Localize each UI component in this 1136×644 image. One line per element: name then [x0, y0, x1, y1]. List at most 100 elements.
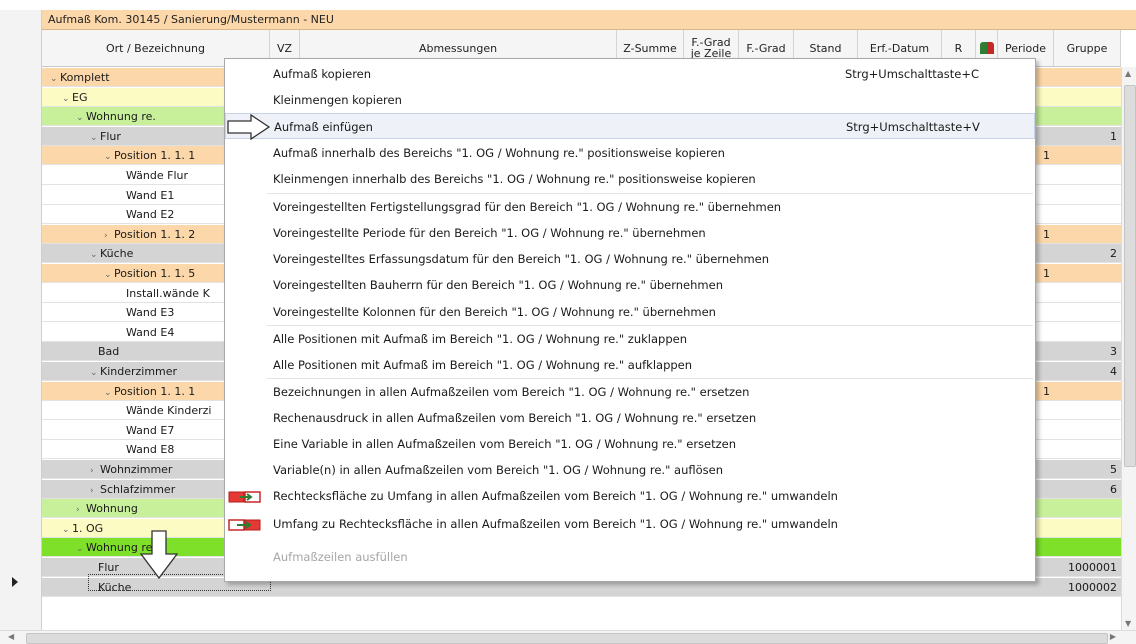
tree-row-label: Wand E7 [126, 423, 175, 437]
menu-item[interactable]: Alle Positionen mit Aufmaß im Bereich "1… [225, 352, 1035, 378]
menu-item[interactable]: Rechtecksfläche zu Umfang in allen Aufma… [225, 483, 1035, 509]
horizontal-scrollbar[interactable]: ◀ ▶ [0, 630, 1136, 644]
menu-item-label: Bezeichnungen in allen Aufmaßzeilen vom … [273, 385, 750, 399]
expand-icon[interactable]: › [76, 505, 86, 515]
tree-row-label: Schlafzimmer [100, 482, 176, 496]
menu-item-label: Aufmaß innerhalb des Bereichs "1. OG / W… [273, 146, 725, 160]
tree-row-label: 1. OG [72, 521, 104, 535]
row-indicator-gutter [0, 10, 42, 630]
gruppe-cell: 4 [1110, 365, 1117, 378]
menu-item-shortcut: Strg+Umschalttaste+C [845, 67, 980, 81]
tree-row-label: Wohnung [86, 502, 138, 516]
tree-row-label: Bad [98, 345, 120, 359]
window-title: Aufmaß Kom. 30145 / Sanierung/Mustermann… [42, 10, 1136, 30]
menu-item[interactable]: Voreingestelltes Erfassungsdatum für den… [225, 246, 1035, 272]
tree-row-label: Position 1. 1. 1 [114, 149, 196, 163]
tree-row-label: Wände Kinderzi [126, 404, 212, 418]
scroll-right-icon[interactable]: ▶ [1110, 632, 1116, 641]
tree-row-label: Flur [98, 561, 119, 574]
expand-icon[interactable]: › [104, 231, 114, 241]
menu-item[interactable]: Voreingestellte Kolonnen für den Bereich… [225, 299, 1035, 325]
context-menu: Aufmaß kopieren Strg+Umschalttaste+C Klein… [224, 58, 1036, 582]
menu-item-label: Rechtecksfläche zu Umfang in allen Aufma… [273, 489, 838, 503]
menu-item[interactable]: Kleinmengen kopieren [225, 87, 1035, 113]
scroll-down-icon[interactable]: ▼ [1125, 619, 1131, 628]
tree-row-label: Komplett [60, 71, 110, 84]
tree-row-label: Wand E3 [126, 306, 175, 320]
collapse-icon[interactable]: ⌄ [90, 368, 100, 378]
menu-item-label: Voreingestelltes Erfassungsdatum für den… [273, 252, 770, 266]
collapse-icon[interactable]: ⌄ [90, 133, 100, 143]
tree-row-label: Wohnung re. [86, 110, 156, 124]
collapse-icon[interactable]: ⌄ [50, 74, 60, 84]
tree-row-label: Wand E2 [126, 208, 175, 222]
collapse-icon[interactable]: ⌄ [104, 270, 114, 280]
menu-item-label: Voreingestellte Kolonnen für den Bereich… [273, 305, 716, 319]
menu-item[interactable]: Bezeichnungen in allen Aufmaßzeilen vom … [225, 379, 1035, 405]
collapse-icon[interactable]: ⌄ [104, 388, 114, 398]
gruppe-cell: 2 [1110, 247, 1117, 261]
menu-item[interactable]: Eine Variable in allen Aufmaßzeilen vom … [225, 431, 1035, 457]
menu-item[interactable]: Alle Positionen mit Aufmaß im Bereich "1… [225, 326, 1035, 352]
scroll-left-icon[interactable]: ◀ [8, 632, 14, 641]
expand-icon[interactable]: › [90, 466, 100, 476]
collapse-icon[interactable]: ⌄ [90, 250, 100, 260]
periode-cell: 1 [1043, 149, 1050, 163]
menu-item[interactable]: Voreingestellten Fertigstellungsgrad für… [225, 194, 1035, 220]
tree-row-label: Wände Flur [126, 169, 189, 182]
tree-row-label: Küche [100, 247, 134, 261]
periode-cell: 1 [1043, 227, 1050, 241]
menu-item[interactable]: Voreingestellte Periode für den Bereich … [225, 220, 1035, 246]
menu-item-label: Alle Positionen mit Aufmaß im Bereich "1… [273, 332, 687, 346]
menu-item-label: Aufmaß einfügen [274, 120, 373, 134]
tree-row-label: Install.wände K [126, 286, 210, 300]
menu-item-label: Voreingestellten Fertigstellungsgrad für… [273, 200, 782, 214]
menu-item[interactable]: Kleinmengen innerhalb des Bereichs "1. O… [225, 166, 1035, 192]
current-row-marker [12, 577, 18, 587]
col-header-gruppe[interactable]: Gruppe [1054, 30, 1121, 67]
arrow-right-annotation [227, 114, 271, 140]
arrow-down-annotation [139, 530, 179, 580]
menu-item-label: Eine Variable in allen Aufmaßzeilen vom … [273, 437, 737, 451]
tree-row-label: Wohnzimmer [100, 463, 173, 476]
scroll-thumb[interactable] [1124, 85, 1136, 467]
collapse-icon[interactable]: ⌄ [104, 152, 114, 162]
menu-item-label: Aufmaßzeilen ausfüllen [273, 550, 408, 564]
tree-row-label: Position 1. 1. 5 [114, 267, 196, 280]
gruppe-cell: 5 [1110, 463, 1117, 476]
menu-item[interactable]: Variable(n) in allen Aufmaßzeilen vom Be… [225, 457, 1035, 483]
periode-cell: 1 [1043, 384, 1050, 398]
menu-item-label: Kleinmengen kopieren [273, 93, 402, 107]
menu-item-label: Voreingestellte Periode für den Bereich … [273, 226, 706, 240]
menu-item[interactable]: Umfang zu Rechtecksfläche in allen Aufma… [225, 511, 1035, 537]
menu-item[interactable]: Aufmaß einfügen Strg+Umschalttaste+V [225, 113, 1035, 139]
tree-row-label: Wand E4 [126, 325, 175, 339]
tree-row-label: Wand E1 [126, 188, 175, 202]
menu-item-label: Umfang zu Rechtecksfläche in allen Aufma… [273, 517, 838, 531]
menu-item[interactable]: Aufmaß innerhalb des Bereichs "1. OG / W… [225, 140, 1035, 166]
periode-cell: 1 [1043, 267, 1050, 280]
rect-to-perimeter-icon [228, 488, 262, 504]
tree-row-label: Position 1. 1. 2 [114, 227, 196, 241]
gruppe-cell: 3 [1110, 345, 1117, 359]
menu-item[interactable]: Rechenausdruck in allen Aufmaßzeilen vom… [225, 405, 1035, 431]
collapse-icon[interactable]: ⌄ [62, 525, 72, 535]
hscroll-thumb[interactable] [26, 633, 1108, 644]
menu-item[interactable]: Aufmaß kopieren Strg+Umschalttaste+C [225, 61, 1035, 87]
menu-item-label: Rechenausdruck in allen Aufmaßzeilen vom… [273, 411, 757, 425]
vertical-scrollbar[interactable]: ▲ ▼ [1121, 67, 1136, 630]
menu-item-label: Alle Positionen mit Aufmaß im Bereich "1… [273, 358, 693, 372]
collapse-icon[interactable]: ⌄ [76, 544, 86, 554]
collapse-icon[interactable]: ⌄ [76, 113, 86, 123]
people-icon [979, 42, 994, 54]
collapse-icon[interactable]: ⌄ [62, 94, 72, 104]
tree-row-label: Wand E8 [126, 443, 175, 457]
gruppe-cell: 1000001 [1068, 561, 1117, 574]
gruppe-cell: 1000002 [1068, 580, 1117, 594]
expand-icon[interactable]: › [90, 486, 100, 496]
scroll-up-icon[interactable]: ▲ [1125, 69, 1131, 78]
menu-item[interactable]: Voreingestellten Bauherrn für den Bereic… [225, 272, 1035, 298]
tree-row-label: Kinderzimmer [100, 365, 178, 378]
gruppe-cell: 1 [1110, 129, 1117, 143]
tree-row-label: Flur [100, 129, 121, 143]
